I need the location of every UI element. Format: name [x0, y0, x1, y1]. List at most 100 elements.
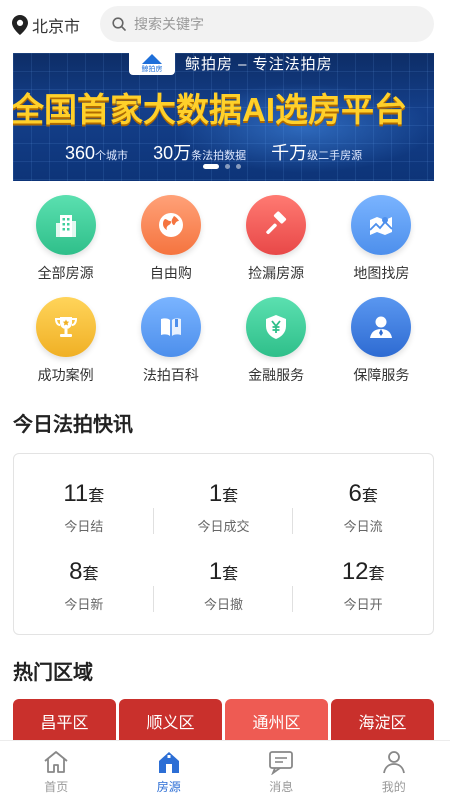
news-stats-card: 11套 今日结 1套 今日成交 6套 今日流 8套 今日新 1套 今日撤 12套…: [13, 453, 434, 635]
profile-icon: [382, 751, 405, 774]
hot-areas: 昌平区 顺义区 通州区 海淀区: [13, 699, 434, 743]
top-bar: 北京市: [0, 0, 450, 50]
area-shunyi[interactable]: 顺义区: [119, 699, 222, 743]
search-input[interactable]: [134, 16, 414, 32]
trophy-icon: [35, 297, 96, 357]
news-section-title: 今日法拍快讯: [13, 414, 133, 436]
banner-stat-value: 千万: [271, 143, 308, 163]
promo-banner[interactable]: 鲸拍房 鲸拍房 – 专注法拍房 全国首家大数据AI选房平台 360个城市 30万…: [13, 53, 434, 181]
banner-logo: 鲸拍房: [129, 53, 175, 75]
city-label: 北京市: [32, 19, 81, 36]
stat-today-new[interactable]: 8套 今日新: [14, 558, 154, 613]
banner-stat-value: 30万: [153, 143, 192, 163]
logo-mark-icon: [142, 54, 162, 64]
shield-yen-icon: [246, 297, 307, 357]
category-free-buy[interactable]: 自由购: [118, 195, 223, 283]
message-icon: [269, 751, 294, 775]
tab-label: 我的: [381, 780, 406, 794]
category-label: 地图找房: [353, 265, 410, 281]
stat-value: 12: [341, 558, 369, 585]
area-haidian[interactable]: 海淀区: [331, 699, 434, 743]
area-changping[interactable]: 昌平区: [13, 699, 116, 743]
map-icon: [351, 195, 412, 255]
banner-stats: 360个城市 30万条法拍数据 千万级二手房源: [65, 139, 362, 165]
globe-icon: [140, 195, 201, 255]
stat-value: 6: [348, 480, 362, 507]
stat-today-withdrawn[interactable]: 1套 今日撤: [154, 558, 294, 613]
tab-profile[interactable]: 我的: [338, 741, 450, 800]
pagination-dot[interactable]: [236, 164, 241, 169]
tab-messages[interactable]: 消息: [225, 741, 338, 800]
tab-listings[interactable]: 房源: [113, 741, 226, 800]
stat-value: 1: [208, 558, 223, 585]
divider: [153, 508, 154, 534]
stat-today-open[interactable]: 12套 今日开: [293, 558, 433, 613]
stat-unit: 套: [361, 488, 378, 505]
stat-label: 今日撤: [204, 597, 244, 612]
gavel-icon: [246, 195, 307, 255]
divider: [153, 586, 154, 612]
banner-pagination: [203, 164, 241, 169]
banner-stat-unit: 个城市: [95, 150, 129, 162]
news-stats-row: 11套 今日结 1套 今日成交 6套 今日流: [14, 480, 433, 535]
user-badge-icon: [351, 297, 412, 357]
category-map-search[interactable]: 地图找房: [329, 195, 434, 283]
banner-headline: 全国首家大数据AI选房平台: [13, 91, 407, 128]
pagination-dot[interactable]: [225, 164, 230, 169]
stat-label: 今日开: [343, 597, 383, 612]
stat-value: 1: [208, 480, 223, 507]
area-tongzhou[interactable]: 通州区: [225, 699, 328, 743]
banner-slogan: 鲸拍房 – 专注法拍房: [185, 56, 333, 73]
category-success-cases[interactable]: 成功案例: [13, 297, 118, 385]
home-icon: [44, 751, 68, 773]
bottom-tab-bar: 首页 房源 消息 我的: [0, 740, 450, 800]
pagination-dot-active[interactable]: [203, 164, 219, 169]
banner-stat-value: 360: [65, 143, 96, 163]
stat-unit: 套: [222, 566, 239, 583]
category-guarantee[interactable]: 保障服务: [329, 297, 434, 385]
stat-unit: 套: [82, 566, 99, 583]
news-stats-row: 8套 今日新 1套 今日撤 12套 今日开: [14, 558, 433, 613]
buildings-icon: [35, 195, 96, 255]
divider: [292, 586, 293, 612]
tab-label: 首页: [44, 780, 69, 794]
category-grid: 全部房源 自由购 捡漏房源 地图找房 成功案例 法拍百科 金融服务 保障服务: [13, 195, 434, 385]
areas-section-title: 热门区域: [13, 662, 93, 684]
stat-unit: 套: [368, 566, 385, 583]
category-all-listings[interactable]: 全部房源: [13, 195, 118, 283]
banner-stat-unit: 级二手房源: [307, 150, 363, 162]
stat-today-failed[interactable]: 6套 今日流: [293, 480, 433, 535]
house-icon: [158, 752, 179, 773]
stat-unit: 套: [88, 488, 105, 505]
category-label: 自由购: [149, 265, 192, 281]
divider: [292, 508, 293, 534]
tab-label: 房源: [156, 780, 181, 794]
tab-home[interactable]: 首页: [0, 741, 113, 800]
category-finance[interactable]: 金融服务: [224, 297, 329, 385]
category-label: 保障服务: [353, 367, 410, 383]
stat-unit: 套: [222, 488, 239, 505]
tab-label: 消息: [269, 780, 294, 794]
stat-label: 今日结: [64, 519, 104, 534]
category-bargain[interactable]: 捡漏房源: [224, 195, 329, 283]
stat-label: 今日成交: [197, 519, 250, 534]
search-bar[interactable]: [100, 6, 434, 42]
banner-stat-unit: 条法拍数据: [191, 150, 247, 162]
book-icon: [140, 297, 201, 357]
stat-label: 今日流: [343, 519, 383, 534]
logo-text: 鲸拍房: [141, 66, 163, 73]
stat-today-deal[interactable]: 1套 今日成交: [154, 480, 294, 535]
search-icon: [112, 17, 126, 31]
category-auction-wiki[interactable]: 法拍百科: [118, 297, 223, 385]
stat-today-closed[interactable]: 11套 今日结: [14, 480, 154, 535]
category-label: 捡漏房源: [248, 265, 305, 281]
city-selector[interactable]: 北京市: [12, 12, 80, 38]
category-label: 金融服务: [248, 367, 305, 383]
stat-value: 11: [63, 480, 89, 507]
stat-label: 今日新: [64, 597, 104, 612]
category-label: 全部房源: [37, 265, 94, 281]
category-label: 成功案例: [37, 367, 94, 383]
location-pin-icon: [12, 15, 28, 35]
category-label: 法拍百科: [142, 367, 199, 383]
stat-value: 8: [69, 558, 83, 585]
